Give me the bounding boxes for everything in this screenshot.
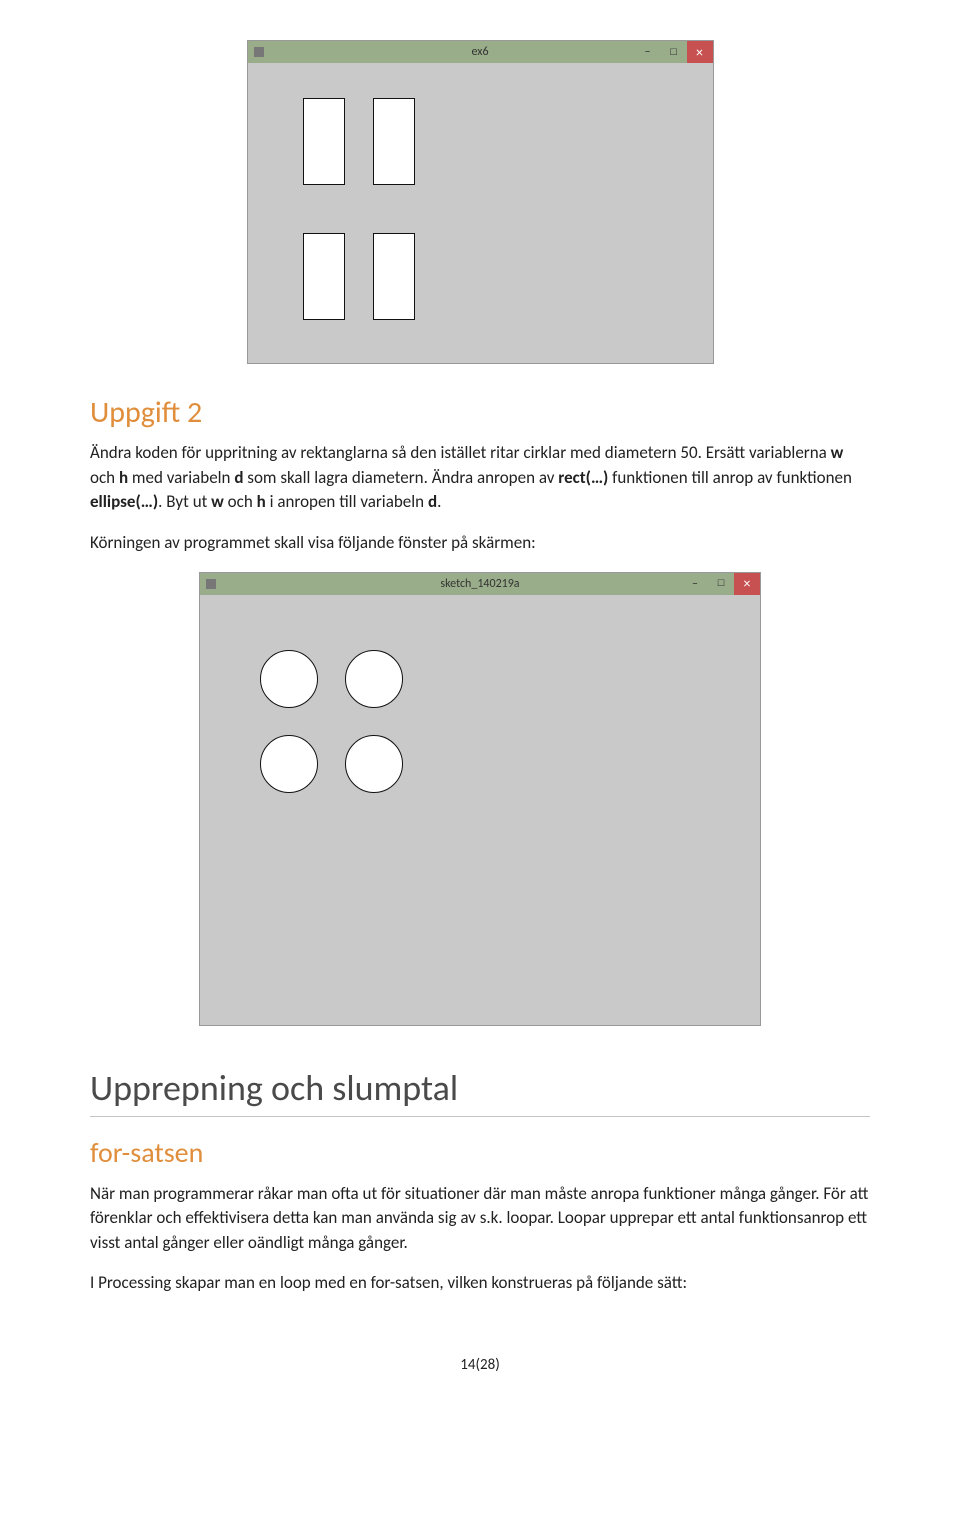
forsatsen-p2: I Processing skapar man en loop med en f… <box>90 1271 870 1296</box>
app-icon <box>206 579 216 589</box>
var-d2: d <box>428 491 437 512</box>
document-page: ex6 Uppgift 2 Ändra koden för uppritning… <box>0 0 960 1394</box>
fn-rect: rect(…) <box>558 467 608 488</box>
forsatsen-p1: När man programmerar råkar man ofta ut f… <box>90 1182 870 1256</box>
close-button[interactable] <box>734 573 760 595</box>
window-sketch: sketch_140219a <box>199 572 761 1026</box>
canvas-circles <box>200 595 760 1025</box>
window-controls <box>635 41 713 63</box>
page-number: 14(28) <box>90 1356 870 1374</box>
maximize-button[interactable] <box>708 573 734 595</box>
heading-upprepning: Upprepning och slumptal <box>90 1066 870 1117</box>
canvas-rects <box>248 63 713 363</box>
app-icon <box>254 47 264 57</box>
minimize-button[interactable] <box>682 573 708 595</box>
titlebar: ex6 <box>248 41 713 63</box>
fn-ellipse: ellipse(…) <box>90 491 158 512</box>
text: och <box>224 491 257 512</box>
window-controls <box>682 573 760 595</box>
minimize-button[interactable] <box>635 41 661 63</box>
text: . Byt ut <box>158 491 211 512</box>
maximize-button[interactable] <box>661 41 687 63</box>
window-title: sketch_140219a <box>200 577 760 591</box>
close-button[interactable] <box>687 41 713 63</box>
text: med variabeln <box>128 467 234 488</box>
circle-4 <box>345 735 403 793</box>
text: funktionen till anrop av funktionen <box>608 467 852 488</box>
uppgift2-p2: Körningen av programmet skall visa följa… <box>90 531 870 556</box>
text: som skall lagra diametern. Ändra anropen… <box>243 467 558 488</box>
uppgift2-p1: Ändra koden för uppritning av rektanglar… <box>90 441 870 515</box>
circle-1 <box>260 650 318 708</box>
var-h: h <box>119 467 128 488</box>
heading-uppgift2: Uppgift 2 <box>90 394 870 431</box>
rect-3 <box>303 233 345 320</box>
titlebar: sketch_140219a <box>200 573 760 595</box>
var-w: w <box>831 442 844 463</box>
var-h2: h <box>257 491 266 512</box>
circle-2 <box>345 650 403 708</box>
rect-4 <box>373 233 415 320</box>
text: och <box>90 467 119 488</box>
text: i anropen till variabeln <box>266 491 428 512</box>
var-w2: w <box>211 491 224 512</box>
rect-2 <box>373 98 415 185</box>
rect-1 <box>303 98 345 185</box>
text: Ändra koden för uppritning av rektanglar… <box>90 442 831 463</box>
text: . <box>437 491 441 512</box>
circle-3 <box>260 735 318 793</box>
subheading-for-satsen: for-satsen <box>90 1135 870 1170</box>
window-ex6: ex6 <box>247 40 714 364</box>
